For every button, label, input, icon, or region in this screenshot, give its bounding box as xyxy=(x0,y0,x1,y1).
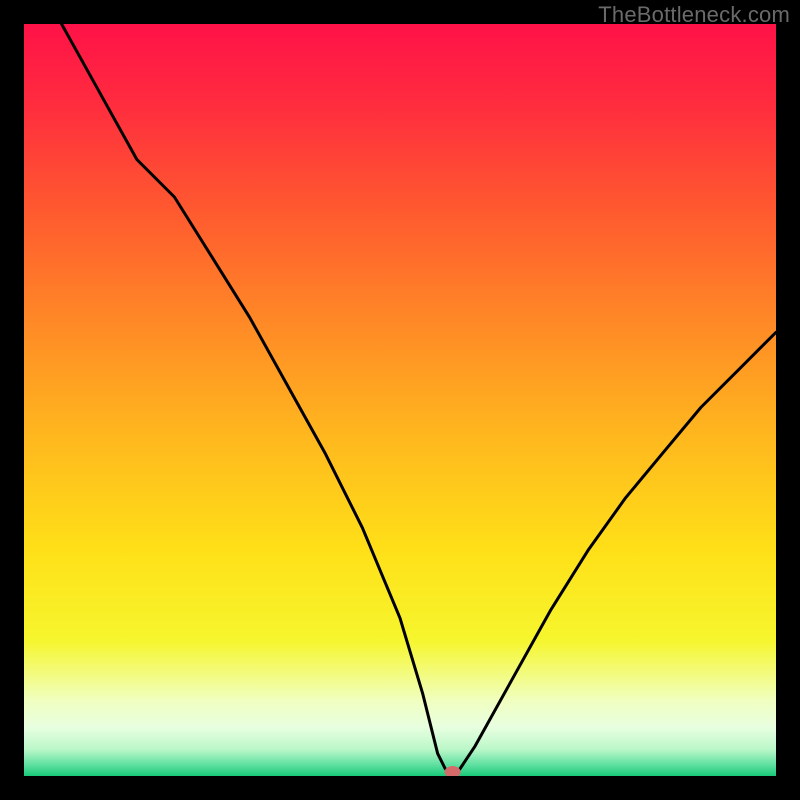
plot-svg xyxy=(24,24,776,776)
gradient-background xyxy=(24,24,776,776)
chart-frame: TheBottleneck.com xyxy=(0,0,800,800)
plot-area xyxy=(24,24,776,776)
watermark-text: TheBottleneck.com xyxy=(598,2,790,28)
